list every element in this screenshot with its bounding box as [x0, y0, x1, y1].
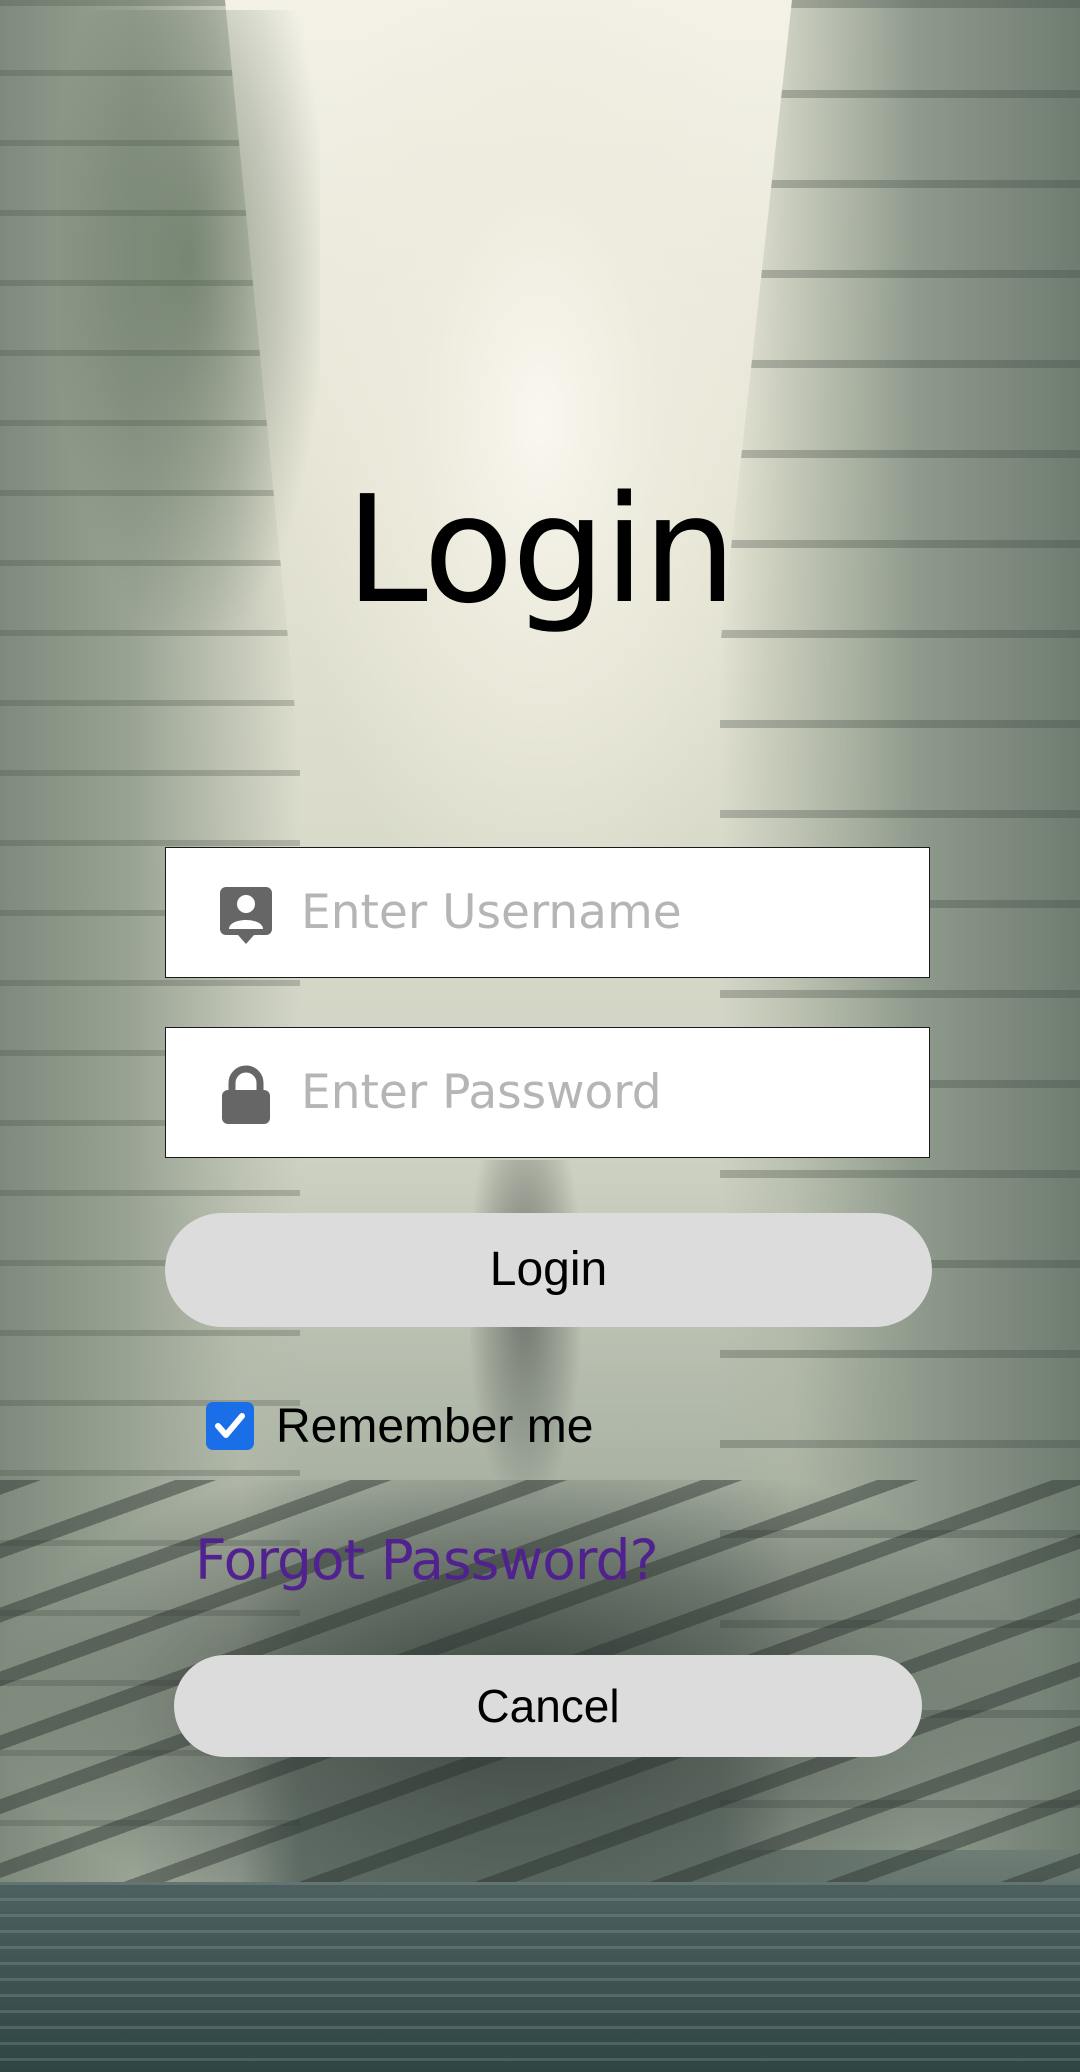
- user-badge-icon: [218, 885, 274, 945]
- remember-me-label: Remember me: [276, 1399, 594, 1453]
- checkmark-icon: [215, 1413, 245, 1438]
- page-title: Login: [345, 464, 736, 636]
- remember-me-row[interactable]: Remember me: [206, 1396, 593, 1456]
- remember-me-checkbox[interactable]: [206, 1402, 254, 1450]
- password-field[interactable]: [165, 1027, 930, 1158]
- username-input[interactable]: [301, 848, 901, 977]
- background-water: [0, 1882, 1080, 2072]
- password-input[interactable]: [301, 1028, 901, 1157]
- lock-icon: [218, 1065, 274, 1125]
- username-field[interactable]: [165, 847, 930, 978]
- forgot-password-link[interactable]: Forgot Password?: [195, 1528, 659, 1592]
- cancel-button[interactable]: Cancel: [174, 1655, 922, 1757]
- login-button[interactable]: Login: [165, 1213, 932, 1327]
